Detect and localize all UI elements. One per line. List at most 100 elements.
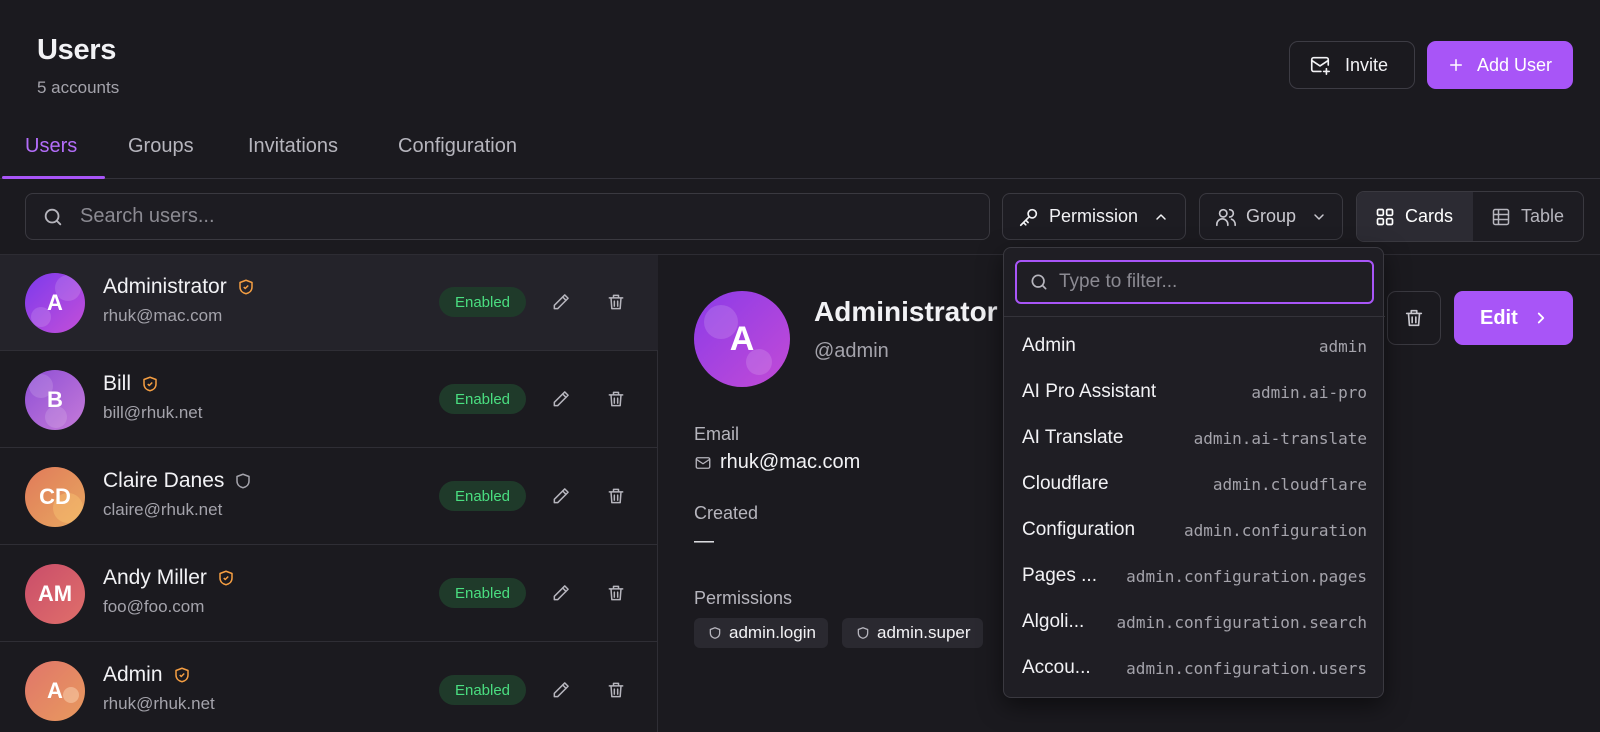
shield-icon	[217, 569, 235, 587]
shield-icon	[141, 375, 159, 393]
user-name: Andy Miller	[103, 566, 207, 589]
user-row[interactable]: AM Andy Miller foo@foo.com Enabled	[0, 546, 658, 642]
tab-invitations[interactable]: Invitations	[248, 135, 338, 158]
page-header: Users 5 accounts Invite Add User	[0, 0, 1600, 130]
grid-icon	[1375, 207, 1395, 227]
trash-icon	[1403, 307, 1425, 329]
mail-plus-icon	[1309, 54, 1331, 76]
permission-option[interactable]: Algoli... admin.configuration.search	[1022, 604, 1367, 640]
chevron-down-icon	[1311, 209, 1327, 225]
permission-option[interactable]: Cloudflare admin.cloudflare	[1022, 466, 1367, 502]
plus-icon	[1447, 56, 1465, 74]
permission-filter-button[interactable]: Permission	[1002, 193, 1186, 240]
view-table-button[interactable]: Table	[1473, 192, 1583, 241]
shield-icon	[173, 666, 191, 684]
user-row[interactable]: A Admin rhuk@rhuk.net Enabled	[0, 643, 658, 732]
permission-filter-label: Permission	[1049, 206, 1139, 226]
permission-chip: admin.super	[842, 618, 983, 648]
users-icon	[1215, 206, 1237, 228]
user-row[interactable]: CD Claire Danes claire@rhuk.net Enabled	[0, 449, 658, 545]
trash-icon[interactable]	[606, 680, 626, 700]
avatar: AM	[25, 564, 85, 624]
pencil-icon[interactable]	[551, 486, 571, 506]
edit-label: Edit	[1480, 306, 1518, 329]
chevron-right-icon	[1532, 309, 1550, 327]
user-name-cell: Claire Danes	[103, 469, 252, 493]
view-table-label: Table	[1521, 206, 1565, 226]
table-icon	[1491, 207, 1511, 227]
trash-icon[interactable]	[606, 292, 626, 312]
delete-user-button[interactable]	[1387, 291, 1441, 345]
user-name: Admin	[103, 663, 163, 686]
pencil-icon[interactable]	[551, 389, 571, 409]
pencil-icon[interactable]	[551, 292, 571, 312]
tab-groups[interactable]: Groups	[128, 135, 194, 158]
permissions-label: Permissions	[694, 588, 793, 608]
permission-option[interactable]: Accou... admin.configuration.users	[1022, 650, 1367, 686]
chevron-up-icon	[1153, 209, 1169, 225]
status-badge: Enabled	[439, 287, 526, 317]
detail-username: @admin	[814, 340, 889, 362]
shield-icon	[856, 626, 870, 640]
tab-configuration[interactable]: Configuration	[398, 135, 517, 158]
avatar: A	[25, 661, 85, 721]
permission-option[interactable]: AI Translate admin.ai-translate	[1022, 420, 1367, 456]
permission-dropdown: Admin admin AI Pro Assistant admin.ai-pr…	[1003, 247, 1385, 698]
trash-icon[interactable]	[606, 583, 626, 603]
status-badge: Enabled	[439, 481, 526, 511]
pencil-icon[interactable]	[551, 680, 571, 700]
user-name-cell: Admin	[103, 663, 191, 687]
user-name-cell: Bill	[103, 372, 159, 396]
avatar: A	[25, 273, 85, 333]
view-cards-label: Cards	[1405, 206, 1454, 226]
trash-icon[interactable]	[606, 486, 626, 506]
trash-icon[interactable]	[606, 389, 626, 409]
user-name-cell: Andy Miller	[103, 566, 235, 590]
created-value: —	[694, 530, 714, 552]
user-name: Claire Danes	[103, 469, 225, 492]
permission-option[interactable]: Pages ... admin.configuration.pages	[1022, 558, 1367, 594]
permission-option[interactable]: Admin admin	[1022, 328, 1367, 364]
user-name-cell: Administrator	[103, 275, 255, 299]
user-row[interactable]: A Administrator rhuk@mac.com Enabled	[0, 255, 658, 351]
avatar: B	[25, 370, 85, 430]
permission-option[interactable]: AI Pro Assistant admin.ai-pro	[1022, 374, 1367, 410]
permission-filter-box	[1015, 260, 1374, 304]
user-name: Administrator	[103, 275, 227, 298]
user-row[interactable]: B Bill bill@rhuk.net Enabled	[0, 352, 658, 448]
detail-avatar: A	[694, 291, 790, 387]
pencil-icon[interactable]	[551, 583, 571, 603]
permission-filter-input[interactable]	[1059, 271, 1359, 293]
permission-option[interactable]: Configuration admin.configuration	[1022, 512, 1367, 548]
view-toggle: Cards Table	[1356, 191, 1584, 242]
search-icon	[1029, 272, 1049, 292]
search-input[interactable]	[80, 205, 960, 228]
account-count: 5 accounts	[37, 78, 120, 97]
tab-users[interactable]: Users	[25, 135, 77, 158]
detail-name: Administrator	[814, 296, 998, 327]
dropdown-divider	[1004, 316, 1385, 317]
add-user-label: Add User	[1477, 54, 1553, 75]
shield-icon	[708, 626, 722, 640]
group-filter-button[interactable]: Group	[1199, 193, 1343, 240]
user-email: bill@rhuk.net	[103, 403, 203, 422]
add-user-button[interactable]: Add User	[1427, 41, 1573, 89]
avatar: CD	[25, 467, 85, 527]
view-cards-button[interactable]: Cards	[1357, 192, 1473, 241]
group-filter-label: Group	[1246, 206, 1297, 226]
search-box	[25, 193, 990, 240]
status-badge: Enabled	[439, 675, 526, 705]
active-tab-indicator	[2, 176, 105, 179]
invite-label: Invite	[1345, 54, 1389, 75]
mail-icon	[694, 454, 712, 472]
detail-email-row: rhuk@mac.com	[694, 451, 860, 474]
status-badge: Enabled	[439, 578, 526, 608]
status-badge: Enabled	[439, 384, 526, 414]
user-email: foo@foo.com	[103, 597, 205, 616]
user-email: rhuk@mac.com	[103, 306, 223, 325]
email-label: Email	[694, 424, 740, 444]
shield-icon	[237, 278, 255, 296]
user-name: Bill	[103, 372, 132, 395]
edit-user-button[interactable]: Edit	[1454, 291, 1573, 345]
invite-button[interactable]: Invite	[1289, 41, 1415, 89]
